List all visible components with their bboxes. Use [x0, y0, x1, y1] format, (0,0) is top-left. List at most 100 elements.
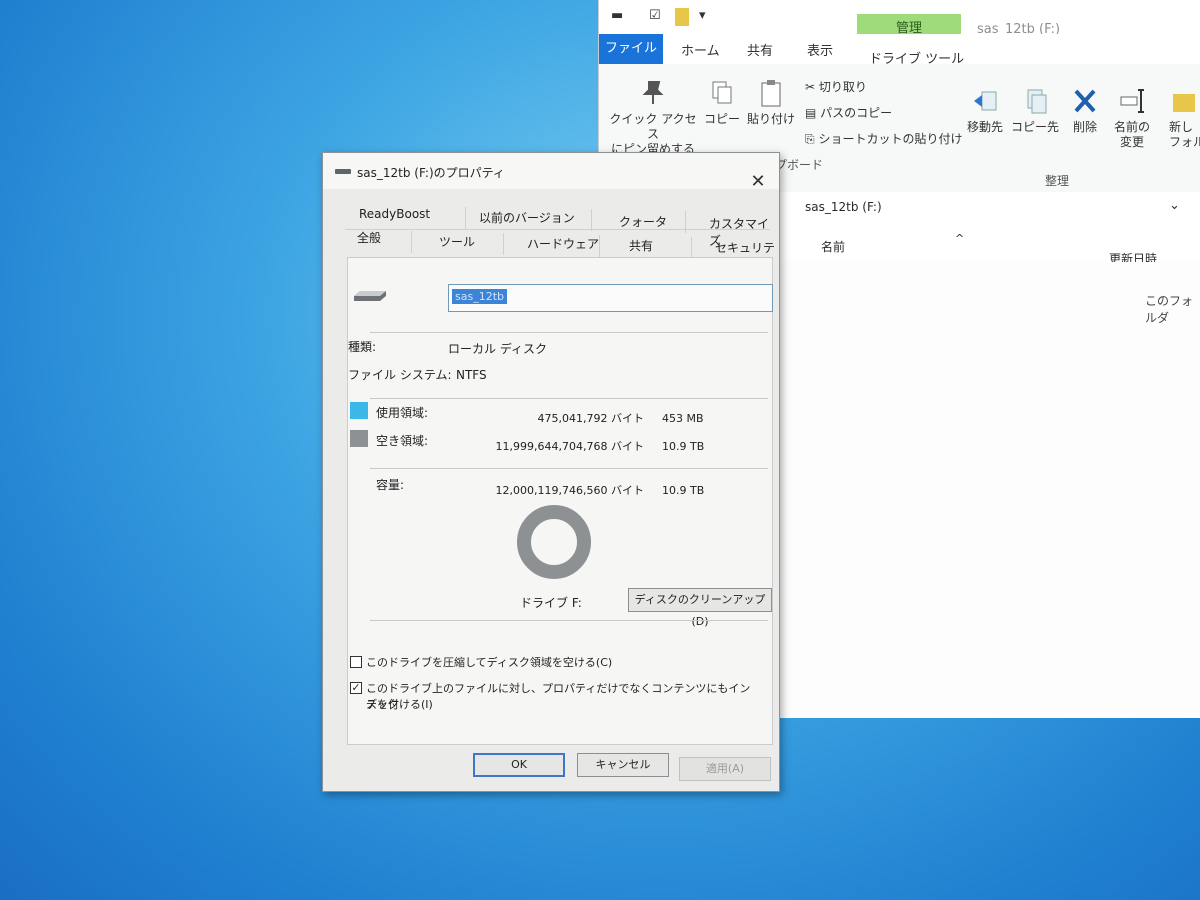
- paste-button[interactable]: 貼り付け: [745, 78, 797, 127]
- delete-label: 削除: [1072, 120, 1097, 134]
- used-space-swatch: [350, 402, 368, 419]
- drive-letter-label: ドライブ F:: [520, 596, 582, 610]
- disk-cleanup-button[interactable]: ディスクのクリーンアップ(D): [628, 588, 772, 628]
- divider: [370, 332, 768, 333]
- tab-general[interactable]: 全般: [357, 229, 381, 246]
- tab-view[interactable]: 表示: [807, 40, 833, 59]
- copy-label: コピー: [703, 112, 740, 126]
- pin-quick-access-button[interactable]: クイック アクセス にピン留めする: [605, 78, 701, 157]
- paste-shortcut-icon: ⎘: [805, 132, 815, 146]
- divider: [370, 620, 768, 621]
- copy-button[interactable]: コピー: [701, 78, 743, 127]
- cut-label: 切り取り: [818, 80, 867, 94]
- close-icon[interactable]: ✕: [749, 173, 767, 191]
- disk-usage-donut: [517, 505, 591, 579]
- cancel-button[interactable]: キャンセル: [577, 753, 669, 777]
- copy-to-label: コピー先: [1011, 120, 1060, 134]
- move-to-icon: [974, 91, 997, 111]
- new-folder-label: 新し フォル: [1169, 120, 1200, 149]
- hard-drive-icon: [354, 291, 386, 301]
- delete-x-icon: [1074, 89, 1096, 113]
- compress-drive-checkbox[interactable]: [350, 656, 362, 668]
- properties-checkbox-icon[interactable]: ☑: [649, 8, 661, 23]
- tab-quota[interactable]: クォータ: [619, 213, 667, 230]
- tab-divider: [599, 235, 600, 257]
- free-space-size: 10.9 TB: [662, 440, 705, 453]
- index-contents-label-line2: スを付ける(I): [366, 698, 433, 711]
- copy-to-button[interactable]: コピー先: [1011, 86, 1059, 135]
- new-folder-button[interactable]: 新し フォル: [1169, 86, 1200, 150]
- move-to-label: 移動先: [966, 120, 1003, 134]
- pin-label: クイック アクセス にピン留めする: [609, 112, 697, 156]
- tab-divider: [465, 207, 466, 229]
- paste-shortcut-label: ショートカットの貼り付け: [818, 132, 963, 146]
- tab-share[interactable]: 共有: [747, 40, 773, 59]
- sort-chevron-up-icon: ^: [955, 232, 965, 245]
- ok-button[interactable]: OK: [473, 753, 565, 777]
- tab-home[interactable]: ホーム: [681, 40, 720, 59]
- move-to-button[interactable]: 移動先: [961, 86, 1009, 135]
- capacity-size: 10.9 TB: [662, 484, 705, 497]
- donut-free-segment: [517, 505, 591, 579]
- paste-label: 貼り付け: [746, 112, 795, 126]
- compress-drive-label: このドライブを圧縮してディスク領域を空ける(C): [366, 656, 613, 669]
- divider: [370, 398, 768, 399]
- used-space-label: 使用領域:: [376, 406, 429, 420]
- pin-icon: [642, 81, 664, 104]
- rename-icon: [1120, 89, 1144, 113]
- tab-readyboost[interactable]: ReadyBoost: [359, 207, 430, 221]
- folder-icon[interactable]: [675, 8, 689, 26]
- paste-icon: [761, 80, 781, 107]
- capacity-label: 容量:: [376, 478, 405, 492]
- copy-path-icon: ▤: [805, 106, 817, 120]
- paste-shortcut-button[interactable]: ⎘ ショートカットの貼り付け: [805, 130, 962, 147]
- tab-divider: [685, 211, 686, 233]
- general-tab-panel: sas_12tb 種類: ローカル ディスク ファイル システム: NTFS 使…: [347, 257, 773, 745]
- copy-path-button[interactable]: ▤ パスのコピー: [805, 104, 892, 121]
- free-space-bytes: 11,999,644,704,768 バイト: [495, 440, 644, 453]
- ribbon-tabs: ファイル ホーム 共有 表示 ドライブ ツール: [599, 34, 1200, 67]
- type-value: ローカル ディスク: [448, 342, 547, 356]
- volume-name-value: sas_12tb: [452, 289, 507, 304]
- tab-divider: [691, 237, 692, 259]
- tab-divider: [411, 231, 412, 253]
- properties-dialog: sas_12tb (F:)のプロパティ ✕ ReadyBoost 以前のバージョ…: [322, 152, 780, 792]
- apply-button[interactable]: 適用(A): [679, 757, 771, 781]
- tab-row-divider: [345, 229, 770, 230]
- column-name-header[interactable]: 名前: [821, 238, 845, 255]
- divider: [370, 468, 768, 469]
- copy-icon: [712, 81, 732, 104]
- volume-name-input[interactable]: sas_12tb: [448, 284, 773, 312]
- free-space-swatch: [350, 430, 368, 447]
- tab-hardware[interactable]: ハードウェア: [527, 235, 599, 252]
- rename-label: 名前の 変更: [1113, 120, 1150, 149]
- tab-sharing[interactable]: 共有: [629, 237, 653, 254]
- used-space-bytes: 475,041,792 バイト: [537, 412, 644, 425]
- drive-icon: [335, 169, 351, 174]
- filesystem-label: ファイル システム:: [348, 368, 452, 382]
- type-label: 種類:: [348, 340, 377, 354]
- tab-divider: [503, 233, 504, 255]
- delete-button[interactable]: 削除: [1065, 86, 1105, 135]
- address-dropdown-icon[interactable]: ⌄: [1169, 198, 1180, 213]
- address-path: sas_12tb (F:): [805, 200, 882, 214]
- used-space-size: 453 MB: [662, 412, 704, 425]
- tab-tools[interactable]: ツール: [439, 233, 475, 250]
- tab-previous-versions[interactable]: 以前のバージョン: [479, 209, 575, 226]
- copy-path-label: パスのコピー: [820, 106, 893, 120]
- free-space-label: 空き領域:: [376, 434, 429, 448]
- group-organize-label: 整理: [1045, 174, 1070, 188]
- index-contents-checkbox[interactable]: ✓: [350, 682, 362, 694]
- capacity-bytes: 12,000,119,746,560 バイト: [495, 484, 644, 497]
- tab-file[interactable]: ファイル: [599, 34, 663, 64]
- scissors-icon: ✂: [805, 80, 816, 94]
- quick-access-dropdown-icon[interactable]: ▾: [699, 8, 706, 23]
- rename-button[interactable]: 名前の 変更: [1107, 86, 1157, 150]
- copy-to-icon: [1027, 89, 1047, 114]
- dialog-title: sas_12tb (F:)のプロパティ: [357, 166, 505, 180]
- tab-divider: [591, 209, 592, 231]
- new-folder-icon: [1173, 94, 1195, 112]
- cut-button[interactable]: ✂ 切り取り: [805, 78, 867, 95]
- dialog-titlebar: sas_12tb (F:)のプロパティ ✕: [323, 153, 779, 191]
- empty-folder-text: このフォルダ: [1145, 294, 1194, 325]
